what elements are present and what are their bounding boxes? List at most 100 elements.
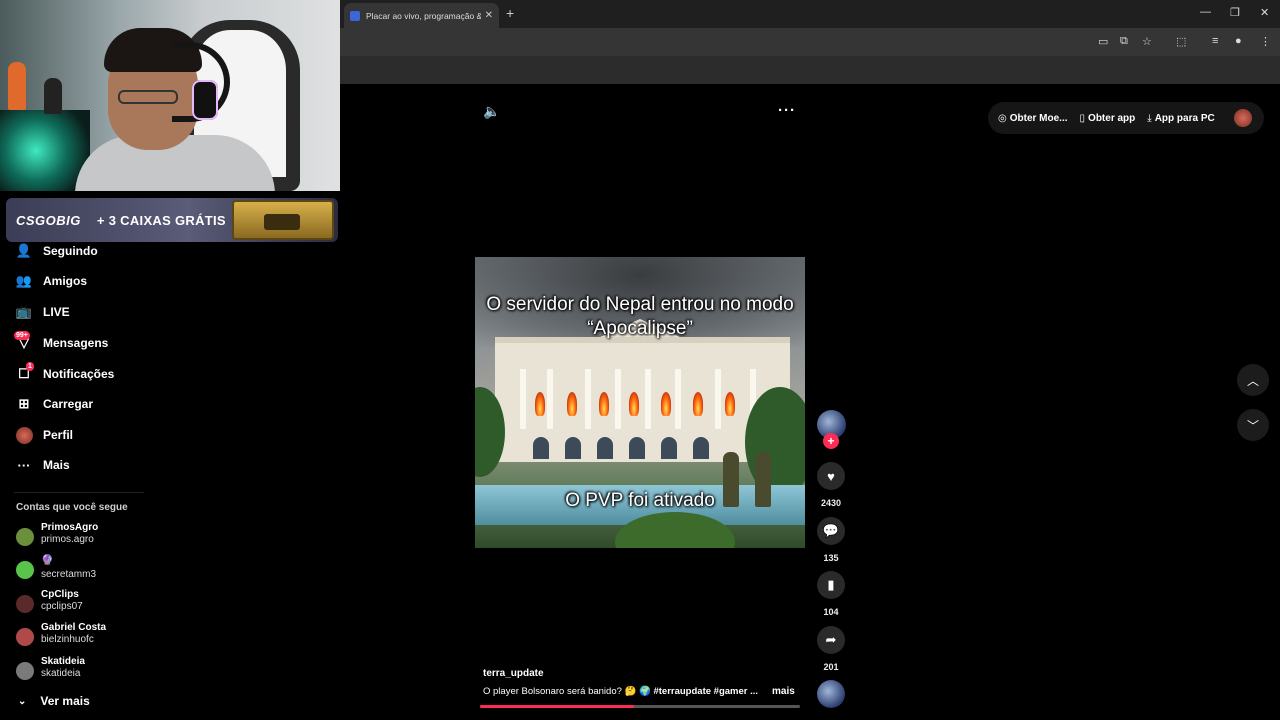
- fire: [661, 392, 671, 416]
- get-coins-button[interactable]: ◎ Obter Moe...: [998, 113, 1068, 124]
- arch-window: [565, 437, 581, 459]
- see-more-label: Ver mais: [40, 694, 90, 708]
- close-window-button[interactable]: ✕: [1260, 6, 1269, 19]
- address-bar[interactable]: ▭ ⧉ ☆ ⬚ ≡ ● ⋮: [340, 28, 1280, 56]
- save-count: 104: [823, 607, 839, 617]
- sidebar-item-live[interactable]: 📺 LIVE: [14, 300, 70, 324]
- sidebar-item-label: Seguindo: [43, 244, 98, 258]
- friends-icon: 👥: [15, 273, 33, 288]
- following-account[interactable]: 🔮 secretamm3: [14, 555, 164, 585]
- volume-icon[interactable]: 🔈: [483, 103, 500, 120]
- see-more-button[interactable]: ⌄ Ver mais: [18, 694, 90, 708]
- pc-app-label: App para PC: [1154, 112, 1215, 124]
- translate-icon[interactable]: ⧉: [1120, 35, 1128, 48]
- phone-icon: ▯: [1079, 112, 1086, 124]
- sidebar-item-profile[interactable]: Perfil: [14, 423, 73, 447]
- save-action[interactable]: ▮ 104: [817, 571, 845, 617]
- figurine: [44, 78, 62, 114]
- upload-icon: ⊞: [18, 396, 30, 411]
- minimize-button[interactable]: —: [1200, 6, 1211, 18]
- headphone-cup: [192, 80, 218, 120]
- sidebar-item-friends[interactable]: 👥 Amigos: [14, 269, 87, 293]
- following-account[interactable]: PrimosAgro primos.agro: [14, 522, 164, 552]
- extensions-icon[interactable]: ⬚: [1176, 35, 1186, 48]
- comment-icon[interactable]: 💬: [817, 517, 845, 545]
- new-tab-button[interactable]: +: [506, 5, 514, 21]
- share-icon[interactable]: ➦: [817, 626, 845, 654]
- sidebar-item-messages[interactable]: ▽ 99+ Mensagens: [14, 331, 108, 355]
- divider: [14, 492, 144, 493]
- top-actions-bar: ◎ Obter Moe... ▯ Obter app ⤓ App para PC: [988, 102, 1264, 134]
- next-video-button[interactable]: ﹀: [1237, 409, 1269, 441]
- video-description: O player Bolsonaro será banido? 🤔 🌍 #ter…: [483, 686, 758, 697]
- browser-tab-bar: Placar ao vivo, programação & ✕ + — ❐ ✕: [340, 0, 1280, 28]
- heart-icon[interactable]: ♥: [817, 462, 845, 490]
- video-progress-bar[interactable]: [480, 705, 800, 708]
- profile-icon[interactable]: ●: [1235, 35, 1242, 47]
- bookmark-star-icon[interactable]: ☆: [1142, 35, 1152, 48]
- column: [645, 369, 651, 429]
- get-app-button[interactable]: ▯ Obter app: [1080, 113, 1136, 124]
- avatar: [16, 662, 34, 680]
- chest-image: [232, 200, 334, 240]
- account-name: Skatideia: [41, 656, 85, 667]
- webcam-overlay: [0, 0, 340, 191]
- sidebar-item-label: Mais: [43, 458, 70, 472]
- restore-button[interactable]: ❐: [1230, 6, 1240, 19]
- column: [615, 369, 621, 429]
- user-avatar[interactable]: [1234, 109, 1252, 127]
- sidebar-item-label: Mensagens: [43, 336, 109, 350]
- sidebar-item-following[interactable]: 👤 Seguindo: [14, 239, 98, 263]
- like-action[interactable]: ♥ 2430: [817, 462, 845, 508]
- fire: [535, 392, 545, 416]
- follow-plus-button[interactable]: +: [823, 433, 839, 449]
- get-app-label: Obter app: [1088, 112, 1136, 124]
- fire: [693, 392, 703, 416]
- share-action[interactable]: ➦ 201: [817, 626, 845, 672]
- video-player[interactable]: O servidor do Nepal entrou no modo “Apoc…: [475, 257, 805, 548]
- arch-window: [693, 437, 709, 459]
- account-handle: skatideia: [41, 668, 81, 679]
- figurine: [8, 62, 26, 110]
- following-account[interactable]: Gabriel Costa bielzinhuofc: [14, 622, 164, 652]
- sidebar-item-upload[interactable]: ⊞ Carregar: [14, 392, 93, 416]
- previous-video-button[interactable]: ︿: [1237, 364, 1269, 396]
- account-emoji-icon: 🔮: [41, 555, 54, 566]
- avatar: [16, 561, 34, 579]
- avatar: [16, 628, 34, 646]
- coin-icon: ◎: [998, 112, 1007, 124]
- share-count: 201: [823, 662, 839, 672]
- more-options-icon[interactable]: ···: [778, 102, 796, 119]
- bookmarks-bar: [340, 56, 1280, 84]
- tab-title: Placar ao vivo, programação &: [366, 10, 481, 21]
- following-account[interactable]: CpClips cpclips07: [14, 589, 164, 619]
- sponsor-logo: CSGOBIG: [16, 212, 81, 228]
- cast-icon[interactable]: ▭: [1098, 35, 1108, 48]
- column: [715, 369, 721, 429]
- sidebar-item-more[interactable]: ··· Mais: [14, 453, 70, 477]
- comment-action[interactable]: 💬 135: [817, 517, 845, 563]
- arch-window: [661, 437, 677, 459]
- more-description-button[interactable]: mais: [772, 686, 795, 697]
- following-account[interactable]: Skatideia skatideia: [14, 656, 164, 686]
- sidebar-item-notifications[interactable]: ☐ 1 Notificações: [14, 362, 114, 386]
- video-caption-bottom: O PVP foi ativado: [565, 490, 715, 511]
- video-author[interactable]: terra_update: [483, 668, 544, 679]
- browser-menu-icon[interactable]: ⋮: [1260, 35, 1271, 48]
- account-name: CpClips: [41, 589, 79, 600]
- arch-window: [629, 437, 645, 459]
- avatar: [16, 528, 34, 546]
- column: [675, 369, 681, 429]
- tab-close-icon[interactable]: ✕: [485, 10, 493, 21]
- media-controls-icon[interactable]: ≡: [1212, 35, 1218, 47]
- bookmark-icon[interactable]: ▮: [817, 571, 845, 599]
- sidebar-item-label: Notificações: [43, 367, 115, 381]
- hashtags[interactable]: #terraupdate #gamer ...: [653, 686, 758, 697]
- fire: [629, 392, 639, 416]
- following-section-title: Contas que você segue: [16, 502, 128, 513]
- progress-fill: [480, 705, 634, 708]
- music-disc-avatar[interactable]: [817, 680, 845, 708]
- more-icon: ···: [17, 457, 31, 473]
- browser-tab[interactable]: Placar ao vivo, programação & ✕: [344, 3, 499, 28]
- pc-app-button[interactable]: ⤓ App para PC: [1147, 113, 1214, 124]
